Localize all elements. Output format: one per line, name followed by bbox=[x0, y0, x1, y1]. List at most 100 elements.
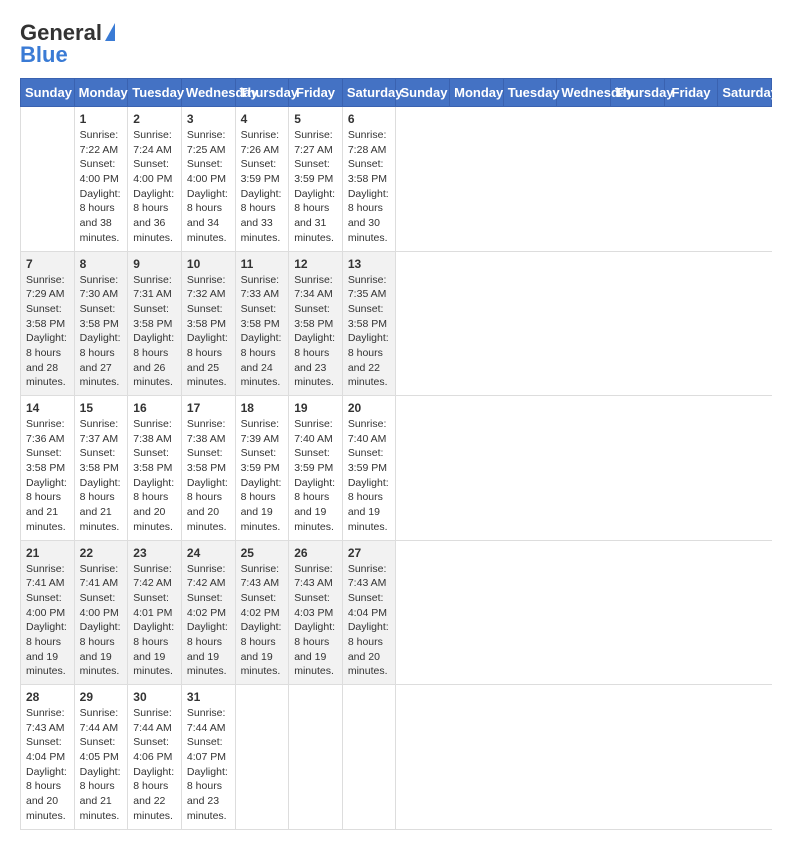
day-header-saturday: Saturday bbox=[718, 79, 772, 107]
sunrise-text: Sunrise: 7:40 AM bbox=[348, 417, 391, 446]
sunset-text: Sunset: 4:02 PM bbox=[187, 591, 230, 620]
day-header-tuesday: Tuesday bbox=[503, 79, 557, 107]
day-number: 12 bbox=[294, 257, 337, 271]
calendar-cell: 14Sunrise: 7:36 AMSunset: 3:58 PMDayligh… bbox=[21, 396, 75, 541]
calendar-cell: 17Sunrise: 7:38 AMSunset: 3:58 PMDayligh… bbox=[181, 396, 235, 541]
sunset-text: Sunset: 3:58 PM bbox=[80, 446, 123, 475]
daylight-minutes-text: and 22 minutes. bbox=[348, 361, 391, 390]
daylight-hours-label: Daylight: 8 hours bbox=[26, 765, 69, 794]
daylight-minutes-text: and 20 minutes. bbox=[187, 505, 230, 534]
calendar-cell: 27Sunrise: 7:43 AMSunset: 4:04 PMDayligh… bbox=[342, 540, 396, 685]
sunrise-text: Sunrise: 7:42 AM bbox=[187, 562, 230, 591]
calendar-cell: 7Sunrise: 7:29 AMSunset: 3:58 PMDaylight… bbox=[21, 251, 75, 396]
sunset-text: Sunset: 4:00 PM bbox=[133, 157, 176, 186]
daylight-hours-label: Daylight: 8 hours bbox=[187, 187, 230, 216]
logo-blue-text: Blue bbox=[20, 42, 68, 68]
sunrise-text: Sunrise: 7:39 AM bbox=[241, 417, 284, 446]
day-number: 20 bbox=[348, 401, 391, 415]
calendar-cell bbox=[342, 685, 396, 830]
day-number: 25 bbox=[241, 546, 284, 560]
sunset-text: Sunset: 4:06 PM bbox=[133, 735, 176, 764]
day-number: 28 bbox=[26, 690, 69, 704]
calendar-cell bbox=[235, 685, 289, 830]
sunset-text: Sunset: 3:58 PM bbox=[187, 302, 230, 331]
day-number: 9 bbox=[133, 257, 176, 271]
day-header-sunday: Sunday bbox=[396, 79, 450, 107]
day-header-saturday: Saturday bbox=[342, 79, 396, 107]
daylight-hours-label: Daylight: 8 hours bbox=[80, 765, 123, 794]
daylight-minutes-text: and 23 minutes. bbox=[294, 361, 337, 390]
calendar-cell: 11Sunrise: 7:33 AMSunset: 3:58 PMDayligh… bbox=[235, 251, 289, 396]
day-number: 27 bbox=[348, 546, 391, 560]
sunset-text: Sunset: 4:03 PM bbox=[294, 591, 337, 620]
daylight-minutes-text: and 33 minutes. bbox=[241, 216, 284, 245]
calendar-cell: 26Sunrise: 7:43 AMSunset: 4:03 PMDayligh… bbox=[289, 540, 343, 685]
calendar-cell: 1Sunrise: 7:22 AMSunset: 4:00 PMDaylight… bbox=[74, 107, 128, 252]
daylight-hours-label: Daylight: 8 hours bbox=[133, 765, 176, 794]
daylight-hours-label: Daylight: 8 hours bbox=[26, 476, 69, 505]
calendar-cell: 29Sunrise: 7:44 AMSunset: 4:05 PMDayligh… bbox=[74, 685, 128, 830]
sunset-text: Sunset: 3:58 PM bbox=[241, 302, 284, 331]
calendar-cell bbox=[21, 107, 75, 252]
day-number: 19 bbox=[294, 401, 337, 415]
daylight-minutes-text: and 19 minutes. bbox=[26, 650, 69, 679]
day-header-wednesday: Wednesday bbox=[557, 79, 611, 107]
day-number: 2 bbox=[133, 112, 176, 126]
daylight-hours-label: Daylight: 8 hours bbox=[294, 620, 337, 649]
daylight-hours-label: Daylight: 8 hours bbox=[133, 331, 176, 360]
day-number: 13 bbox=[348, 257, 391, 271]
daylight-minutes-text: and 27 minutes. bbox=[80, 361, 123, 390]
sunrise-text: Sunrise: 7:28 AM bbox=[348, 128, 391, 157]
daylight-hours-label: Daylight: 8 hours bbox=[133, 620, 176, 649]
daylight-minutes-text: and 20 minutes. bbox=[133, 505, 176, 534]
day-number: 23 bbox=[133, 546, 176, 560]
daylight-minutes-text: and 34 minutes. bbox=[187, 216, 230, 245]
sunset-text: Sunset: 4:00 PM bbox=[187, 157, 230, 186]
sunset-text: Sunset: 3:59 PM bbox=[241, 157, 284, 186]
calendar-cell: 9Sunrise: 7:31 AMSunset: 3:58 PMDaylight… bbox=[128, 251, 182, 396]
sunset-text: Sunset: 4:00 PM bbox=[80, 157, 123, 186]
daylight-hours-label: Daylight: 8 hours bbox=[133, 187, 176, 216]
sunrise-text: Sunrise: 7:44 AM bbox=[133, 706, 176, 735]
calendar-cell: 20Sunrise: 7:40 AMSunset: 3:59 PMDayligh… bbox=[342, 396, 396, 541]
week-row-4: 21Sunrise: 7:41 AMSunset: 4:00 PMDayligh… bbox=[21, 540, 772, 685]
sunset-text: Sunset: 3:58 PM bbox=[26, 446, 69, 475]
day-header-thursday: Thursday bbox=[611, 79, 665, 107]
sunset-text: Sunset: 4:07 PM bbox=[187, 735, 230, 764]
sunrise-text: Sunrise: 7:38 AM bbox=[133, 417, 176, 446]
daylight-minutes-text: and 22 minutes. bbox=[133, 794, 176, 823]
sunrise-text: Sunrise: 7:36 AM bbox=[26, 417, 69, 446]
calendar-cell: 3 Sunrise: 7:25 AMSunset: 4:00 PMDaylight… bbox=[181, 107, 235, 252]
calendar-cell: 18Sunrise: 7:39 AMSunset: 3:59 PMDayligh… bbox=[235, 396, 289, 541]
sunset-text: Sunset: 3:59 PM bbox=[241, 446, 284, 475]
daylight-minutes-text: and 30 minutes. bbox=[348, 216, 391, 245]
day-number: 3 bbox=[187, 112, 230, 126]
day-number: 7 bbox=[26, 257, 69, 271]
sunrise-text: Sunrise: 7:44 AM bbox=[187, 706, 230, 735]
daylight-hours-label: Daylight: 8 hours bbox=[348, 620, 391, 649]
logo: General Blue bbox=[20, 20, 115, 68]
daylight-minutes-text: and 21 minutes. bbox=[80, 505, 123, 534]
daylight-minutes-text: and 21 minutes. bbox=[80, 794, 123, 823]
daylight-hours-label: Daylight: 8 hours bbox=[294, 476, 337, 505]
daylight-hours-label: Daylight: 8 hours bbox=[241, 331, 284, 360]
sunrise-text: Sunrise: 7:43 AM bbox=[26, 706, 69, 735]
calendar-cell: 15Sunrise: 7:37 AMSunset: 3:58 PMDayligh… bbox=[74, 396, 128, 541]
sunrise-text: Sunrise: 7:22 AM bbox=[80, 128, 123, 157]
daylight-minutes-text: and 19 minutes. bbox=[241, 650, 284, 679]
daylight-hours-label: Daylight: 8 hours bbox=[26, 620, 69, 649]
sunrise-text: Sunrise: 7:25 AM bbox=[187, 128, 230, 157]
sunset-text: Sunset: 4:00 PM bbox=[80, 591, 123, 620]
daylight-hours-label: Daylight: 8 hours bbox=[80, 476, 123, 505]
day-number: 1 bbox=[80, 112, 123, 126]
sunset-text: Sunset: 4:04 PM bbox=[348, 591, 391, 620]
sunrise-text: Sunrise: 7:35 AM bbox=[348, 273, 391, 302]
sunset-text: Sunset: 3:58 PM bbox=[133, 302, 176, 331]
day-number: 11 bbox=[241, 257, 284, 271]
daylight-minutes-text: and 31 minutes. bbox=[294, 216, 337, 245]
day-header-friday: Friday bbox=[289, 79, 343, 107]
day-number: 5 bbox=[294, 112, 337, 126]
calendar-cell: 6Sunrise: 7:28 AMSunset: 3:58 PMDaylight… bbox=[342, 107, 396, 252]
sunrise-text: Sunrise: 7:26 AM bbox=[241, 128, 284, 157]
daylight-minutes-text: and 25 minutes. bbox=[187, 361, 230, 390]
